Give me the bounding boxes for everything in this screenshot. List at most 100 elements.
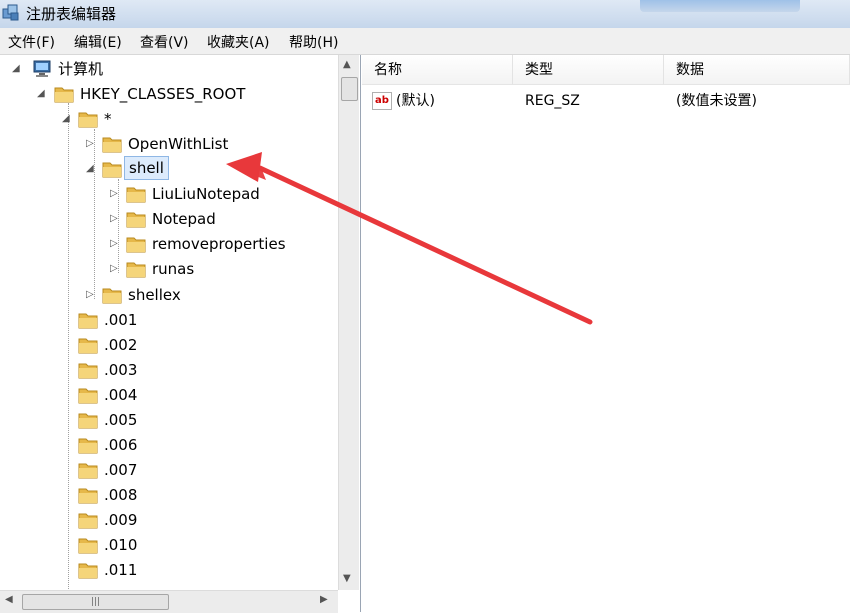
tree-item-ext[interactable]: .008 <box>0 483 330 507</box>
tree-item-notepad[interactable]: ▷ Notepad <box>0 207 330 231</box>
tree-item-label: .005 <box>104 411 138 429</box>
value-name: (默认) <box>396 93 435 109</box>
folder-icon <box>78 112 98 128</box>
folder-icon <box>78 538 98 554</box>
folder-icon <box>78 563 98 579</box>
menu-bar: 文件(F) 编辑(E) 查看(V) 收藏夹(A) 帮助(H) <box>0 28 850 55</box>
folder-icon <box>54 87 74 103</box>
tree-item-label: .003 <box>104 361 138 379</box>
regedit-icon <box>2 4 19 21</box>
folder-icon <box>78 488 98 504</box>
expand-icon[interactable]: ▷ <box>86 132 94 156</box>
values-list: 名称 类型 数据 ab (默认) REG_SZ (数值未设置) <box>362 55 850 612</box>
folder-icon <box>102 288 122 304</box>
folder-icon <box>78 438 98 454</box>
column-header-data[interactable]: 数据 <box>664 55 850 85</box>
tree-item-ext[interactable]: .005 <box>0 408 330 432</box>
column-header-name[interactable]: 名称 <box>362 55 513 85</box>
folder-icon <box>102 137 122 153</box>
tree-item-label: .011 <box>104 561 138 579</box>
tree-item-ext[interactable]: .002 <box>0 333 330 357</box>
tree-item-ext[interactable]: .004 <box>0 383 330 407</box>
folder-icon <box>126 212 146 228</box>
tree-item-label: .009 <box>104 511 138 529</box>
tree-item-runas[interactable]: ▷ runas <box>0 257 330 281</box>
tree-item-ext[interactable]: .009 <box>0 508 330 532</box>
tree-item-ext[interactable]: .006 <box>0 433 330 457</box>
tree-item-shellex[interactable]: ▷ shellex <box>0 283 330 307</box>
collapse-icon[interactable]: ◢ <box>62 107 70 131</box>
folder-icon <box>78 463 98 479</box>
tree-item-computer[interactable]: ◢ 计算机 <box>0 57 330 81</box>
tree-item-shell[interactable]: ◢ shell <box>0 156 330 181</box>
tree-item-hkcr[interactable]: ◢ HKEY_CLASSES_ROOT <box>0 82 330 106</box>
folder-icon <box>78 363 98 379</box>
tree-item-label: * <box>104 110 112 128</box>
value-data: (数值未设置) <box>676 93 757 109</box>
tree-item-label: .010 <box>104 536 138 554</box>
column-header-type[interactable]: 类型 <box>513 55 664 85</box>
tree-item-label: .008 <box>104 486 138 504</box>
tree-item-removeproperties[interactable]: ▷ removeproperties <box>0 232 330 256</box>
folder-icon <box>78 413 98 429</box>
scroll-right-icon[interactable]: ▶ <box>320 594 328 605</box>
tree-item-liuliunotepad[interactable]: ▷ LiuLiuNotepad <box>0 182 330 206</box>
title-glow <box>640 0 800 12</box>
tree-item-label: .004 <box>104 386 138 404</box>
folder-icon <box>126 187 146 203</box>
value-type: REG_SZ <box>525 93 580 109</box>
collapse-icon[interactable]: ◢ <box>12 57 20 81</box>
tree-item-star[interactable]: ◢ * <box>0 107 330 131</box>
key-tree: ◢ 计算机 ◢ HKEY_CLASSES_ROOT ◢ * ▷ OpenWith… <box>0 55 361 612</box>
menu-file[interactable]: 文件(F) <box>8 32 55 52</box>
folder-icon <box>78 338 98 354</box>
scroll-thumb[interactable]: ||| <box>22 594 169 610</box>
tree-vertical-scrollbar[interactable]: ▲ ▼ <box>338 55 359 590</box>
menu-view[interactable]: 查看(V) <box>140 32 189 52</box>
menu-help[interactable]: 帮助(H) <box>289 32 338 52</box>
expand-icon[interactable]: ▷ <box>86 283 94 307</box>
tree-item-ext[interactable]: .007 <box>0 458 330 482</box>
folder-icon <box>78 388 98 404</box>
tree-item-label: removeproperties <box>152 235 286 253</box>
tree-item-label: OpenWithList <box>128 135 229 153</box>
tree-item-ext[interactable]: .001 <box>0 308 330 332</box>
tree-item-ext[interactable]: .010 <box>0 533 330 557</box>
tree-item-label: Notepad <box>152 210 216 228</box>
expand-icon[interactable]: ▷ <box>110 232 118 256</box>
folder-icon <box>126 237 146 253</box>
tree-item-openwithlist[interactable]: ▷ OpenWithList <box>0 132 330 156</box>
tree-item-label: .007 <box>104 461 138 479</box>
tree-item-label: HKEY_CLASSES_ROOT <box>80 85 246 103</box>
expand-icon[interactable]: ▷ <box>110 182 118 206</box>
tree-item-label: LiuLiuNotepad <box>152 185 260 203</box>
scroll-up-icon[interactable]: ▲ <box>343 59 351 70</box>
menu-favorites[interactable]: 收藏夹(A) <box>207 32 270 52</box>
tree-item-label: 计算机 <box>58 60 104 78</box>
tree-item-label: shell <box>124 156 169 180</box>
expand-icon[interactable]: ▷ <box>110 257 118 281</box>
tree-item-label: .002 <box>104 336 138 354</box>
scroll-down-icon[interactable]: ▼ <box>343 573 351 584</box>
title-bar: 注册表编辑器 <box>0 0 850 28</box>
tree-item-label: runas <box>152 260 195 278</box>
collapse-icon[interactable]: ◢ <box>86 157 94 181</box>
menu-edit[interactable]: 编辑(E) <box>74 32 122 52</box>
tree-horizontal-scrollbar[interactable]: ◀ ||| ▶ <box>0 590 338 613</box>
folder-icon <box>102 162 122 178</box>
folder-icon <box>78 513 98 529</box>
tree-item-ext[interactable]: .003 <box>0 358 330 382</box>
scroll-thumb[interactable] <box>341 77 358 101</box>
tree-item-label: .006 <box>104 436 138 454</box>
expand-icon[interactable]: ▷ <box>110 207 118 231</box>
folder-icon <box>126 262 146 278</box>
computer-icon <box>33 60 51 77</box>
scroll-left-icon[interactable]: ◀ <box>5 594 13 605</box>
window-title: 注册表编辑器 <box>26 5 117 23</box>
tree-item-label: shellex <box>128 286 181 304</box>
tree-item-label: .001 <box>104 311 138 329</box>
string-value-icon: ab <box>372 92 392 110</box>
tree-item-ext[interactable]: .011 <box>0 558 330 582</box>
collapse-icon[interactable]: ◢ <box>37 82 45 106</box>
folder-icon <box>78 313 98 329</box>
